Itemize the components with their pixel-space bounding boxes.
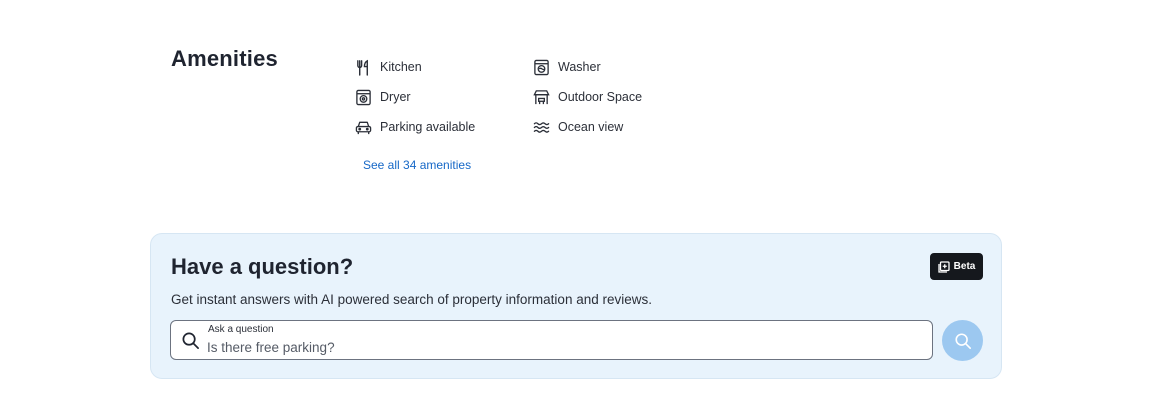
amenity-label: Ocean view <box>558 120 624 134</box>
amenity-label: Kitchen <box>380 60 422 74</box>
search-icon <box>954 332 971 349</box>
washer-icon <box>534 59 549 75</box>
question-subtitle: Get instant answers with AI powered sear… <box>171 292 652 307</box>
amenity-kitchen: Kitchen <box>355 57 422 77</box>
beta-label: Beta <box>953 261 976 272</box>
amenity-label: Outdoor Space <box>558 90 643 104</box>
submit-question-button[interactable] <box>942 320 983 361</box>
beta-badge: Beta <box>930 253 983 280</box>
amenities-heading: Amenities <box>171 46 278 71</box>
see-all-amenities-link[interactable]: See all 34 amenities <box>363 158 471 172</box>
waves-icon <box>533 121 550 133</box>
ask-question-card: Have a question? Beta Get instant answer… <box>150 233 1002 379</box>
amenity-ocean-view: Ocean view <box>533 117 623 137</box>
amenity-label: Parking available <box>380 120 476 134</box>
search-icon <box>182 332 199 349</box>
outdoor-space-icon <box>533 89 550 104</box>
amenity-label: Dryer <box>380 90 411 104</box>
amenity-label: Washer <box>558 60 601 74</box>
kitchen-icon <box>357 59 368 76</box>
ask-question-field[interactable]: Ask a question <box>170 320 933 360</box>
dryer-icon <box>356 89 371 105</box>
amenity-dryer: Dryer <box>355 87 411 107</box>
ask-question-label: Ask a question <box>208 324 274 335</box>
ai-sparkle-icon <box>938 260 950 273</box>
ask-question-input[interactable] <box>207 338 907 356</box>
car-icon <box>355 121 372 134</box>
amenity-washer: Washer <box>533 57 601 77</box>
question-heading: Have a question? <box>171 254 354 279</box>
amenity-outdoor-space: Outdoor Space <box>533 87 642 107</box>
amenity-parking: Parking available <box>355 117 475 137</box>
